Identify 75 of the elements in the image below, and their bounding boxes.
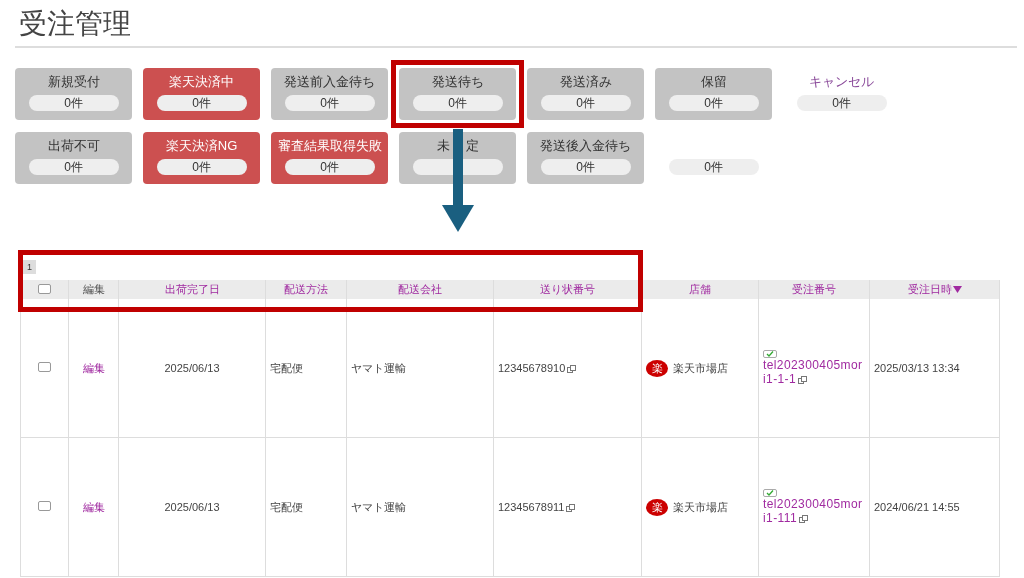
status-label: 発送前入金待ち xyxy=(284,74,375,90)
status-card[interactable]: 未 定 xyxy=(399,132,516,184)
status-card[interactable]: 審査結果取得失敗 0件 xyxy=(271,132,388,184)
ship-date: 2025/06/13 xyxy=(164,501,220,513)
status-label: 出荷不可 xyxy=(47,138,100,154)
edit-link[interactable]: 編集 xyxy=(82,361,105,374)
status-count: 0件 xyxy=(284,159,375,175)
checked-message-icon xyxy=(763,350,777,358)
status-count: 0件 xyxy=(156,95,247,111)
ship-date: 2025/06/13 xyxy=(164,362,220,374)
status-count: 0件 xyxy=(540,95,631,111)
delivery-method: 宅配便 xyxy=(270,361,303,374)
status-card[interactable]: 0件 xyxy=(655,132,772,184)
status-card[interactable]: 発送前入金待ち 0件 xyxy=(271,68,388,120)
row-checkbox[interactable] xyxy=(38,501,51,511)
status-count: 0件 xyxy=(156,159,247,175)
copy-icon[interactable] xyxy=(799,514,808,523)
tracking-number: 12345678910 xyxy=(498,362,566,374)
status-card[interactable]: 発送待ち 0件 xyxy=(399,68,516,120)
status-card[interactable]: キャンセル 0件 xyxy=(783,68,900,120)
status-card[interactable]: 保留 0件 xyxy=(655,68,772,120)
status-count: 0件 xyxy=(668,159,759,175)
shop-logo: 楽 xyxy=(646,359,668,377)
column-header[interactable]: 配送会社 xyxy=(346,280,494,299)
copy-icon[interactable] xyxy=(798,375,808,384)
carrier-name: ヤマト運輸 xyxy=(351,500,406,513)
status-card[interactable]: 出荷不可 0件 xyxy=(15,132,132,184)
status-card[interactable]: 楽天決済NG 0件 xyxy=(143,132,260,184)
status-count: 0件 xyxy=(796,95,887,111)
status-count: 0件 xyxy=(412,95,503,111)
shop-name: 楽天市場店 xyxy=(673,499,728,515)
sort-descending-icon xyxy=(952,286,962,293)
tracking-number: 12345678911 xyxy=(498,501,565,513)
status-label: 楽天決済NG xyxy=(165,138,238,154)
order-datetime: 2024/06/21 14:55 xyxy=(874,501,960,513)
status-label: 未 xyxy=(436,138,450,154)
status-count: 0件 xyxy=(284,95,375,111)
carrier-name: ヤマト運輸 xyxy=(351,361,406,374)
select-all-checkbox[interactable] xyxy=(38,283,51,294)
status-count: 0件 xyxy=(668,95,759,111)
order-number-link[interactable]: tel202300405mori1-1-1 xyxy=(763,358,865,386)
row-checkbox[interactable] xyxy=(38,362,51,372)
shop-name: 楽天市場店 xyxy=(673,360,728,376)
status-card[interactable]: 発送後入金待ち 0件 xyxy=(527,132,644,184)
status-label: 発送後入金待ち xyxy=(540,138,631,154)
status-label: 発送待ち xyxy=(431,74,484,90)
status-label: 保留 xyxy=(700,74,727,90)
status-card[interactable]: 楽天決済中 0件 xyxy=(143,68,260,120)
copy-icon[interactable] xyxy=(566,504,576,513)
edit-link[interactable]: 編集 xyxy=(82,500,105,513)
column-header[interactable]: 出荷完了日 xyxy=(118,280,266,299)
status-label: 審査結果取得失敗 xyxy=(277,138,382,154)
checked-message-icon xyxy=(763,489,777,497)
status-card[interactable]: 発送済み 0件 xyxy=(527,68,644,120)
shop-logo: 楽 xyxy=(646,498,668,516)
status-count: 0件 xyxy=(28,95,119,111)
status-label: 新規受付 xyxy=(47,74,100,90)
copy-icon[interactable] xyxy=(567,365,577,374)
column-header: 編集 xyxy=(68,280,119,299)
column-header[interactable]: 受注日時 xyxy=(869,280,1000,299)
status-count: 0件 xyxy=(28,159,119,175)
status-count: 0件 xyxy=(540,159,631,175)
order-number-link[interactable]: tel202300405mori1-111 xyxy=(763,497,865,525)
status-label: 定 xyxy=(465,138,479,154)
status-label: 楽天決済中 xyxy=(169,74,234,90)
page-title: 受注管理 xyxy=(18,7,132,41)
status-card[interactable]: 新規受付 0件 xyxy=(15,68,132,120)
page-number[interactable]: 1 xyxy=(23,260,36,274)
column-header[interactable]: 店舗 xyxy=(641,280,759,299)
column-header[interactable]: 受注番号 xyxy=(758,280,870,299)
order-datetime: 2025/03/13 13:34 xyxy=(874,362,960,374)
column-header[interactable]: 配送方法 xyxy=(265,280,347,299)
status-label: キャンセル xyxy=(809,74,874,90)
status-label: 発送済み xyxy=(559,74,612,90)
delivery-method: 宅配便 xyxy=(270,500,303,513)
